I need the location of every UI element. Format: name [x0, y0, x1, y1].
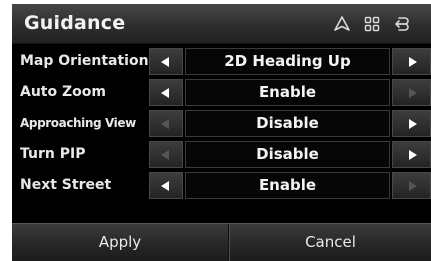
previous-option-button[interactable] — [149, 172, 183, 199]
right-arrow-icon — [409, 57, 417, 67]
settings-list: Map Orientation 2D Heading Up Auto Zoom … — [12, 48, 431, 203]
setting-row-auto-zoom: Auto Zoom Enable — [12, 79, 431, 106]
right-arrow-icon — [409, 150, 417, 160]
setting-row-turn-pip: Turn PIP Disable — [12, 141, 431, 168]
setting-value: Enable — [185, 79, 390, 106]
previous-option-button-disabled — [149, 110, 183, 137]
setting-value: Disable — [185, 141, 390, 168]
setting-label: Auto Zoom — [20, 84, 106, 100]
guidance-screen: Guidance Map Orientation 2D Heading Up A… — [12, 4, 431, 261]
previous-option-button[interactable] — [149, 79, 183, 106]
next-option-button-disabled — [392, 79, 431, 106]
previous-option-button-disabled — [149, 141, 183, 168]
left-arrow-icon — [161, 88, 169, 98]
next-option-button[interactable] — [392, 141, 431, 168]
back-icon[interactable] — [392, 15, 410, 33]
setting-label: Next Street — [20, 177, 112, 193]
setting-value: Enable — [185, 172, 390, 199]
apply-button[interactable]: Apply — [12, 224, 228, 261]
setting-label: Approaching View — [20, 116, 136, 130]
left-arrow-icon — [161, 150, 169, 160]
right-arrow-icon — [409, 88, 417, 98]
next-option-button[interactable] — [392, 110, 431, 137]
navigation-icon[interactable] — [333, 15, 351, 33]
previous-option-button[interactable] — [149, 48, 183, 75]
setting-value: Disable — [185, 110, 390, 137]
setting-row-approaching-view: Approaching View Disable — [12, 110, 431, 137]
page-title: Guidance — [24, 12, 126, 34]
right-arrow-icon — [409, 181, 417, 191]
setting-row-map-orientation: Map Orientation 2D Heading Up — [12, 48, 431, 75]
left-arrow-icon — [161, 181, 169, 191]
right-arrow-icon — [409, 119, 417, 129]
left-arrow-icon — [161, 57, 169, 67]
cancel-button[interactable]: Cancel — [230, 224, 431, 261]
header-bar: Guidance — [12, 4, 431, 44]
setting-label: Turn PIP — [20, 146, 86, 162]
setting-value: 2D Heading Up — [185, 48, 390, 75]
next-option-button[interactable] — [392, 48, 431, 75]
left-arrow-icon — [161, 119, 169, 129]
next-option-button-disabled — [392, 172, 431, 199]
setting-row-next-street: Next Street Enable — [12, 172, 431, 199]
menu-grid-icon[interactable] — [363, 15, 381, 33]
footer-bar: Apply Cancel — [12, 223, 431, 261]
setting-label: Map Orientation — [20, 53, 149, 69]
